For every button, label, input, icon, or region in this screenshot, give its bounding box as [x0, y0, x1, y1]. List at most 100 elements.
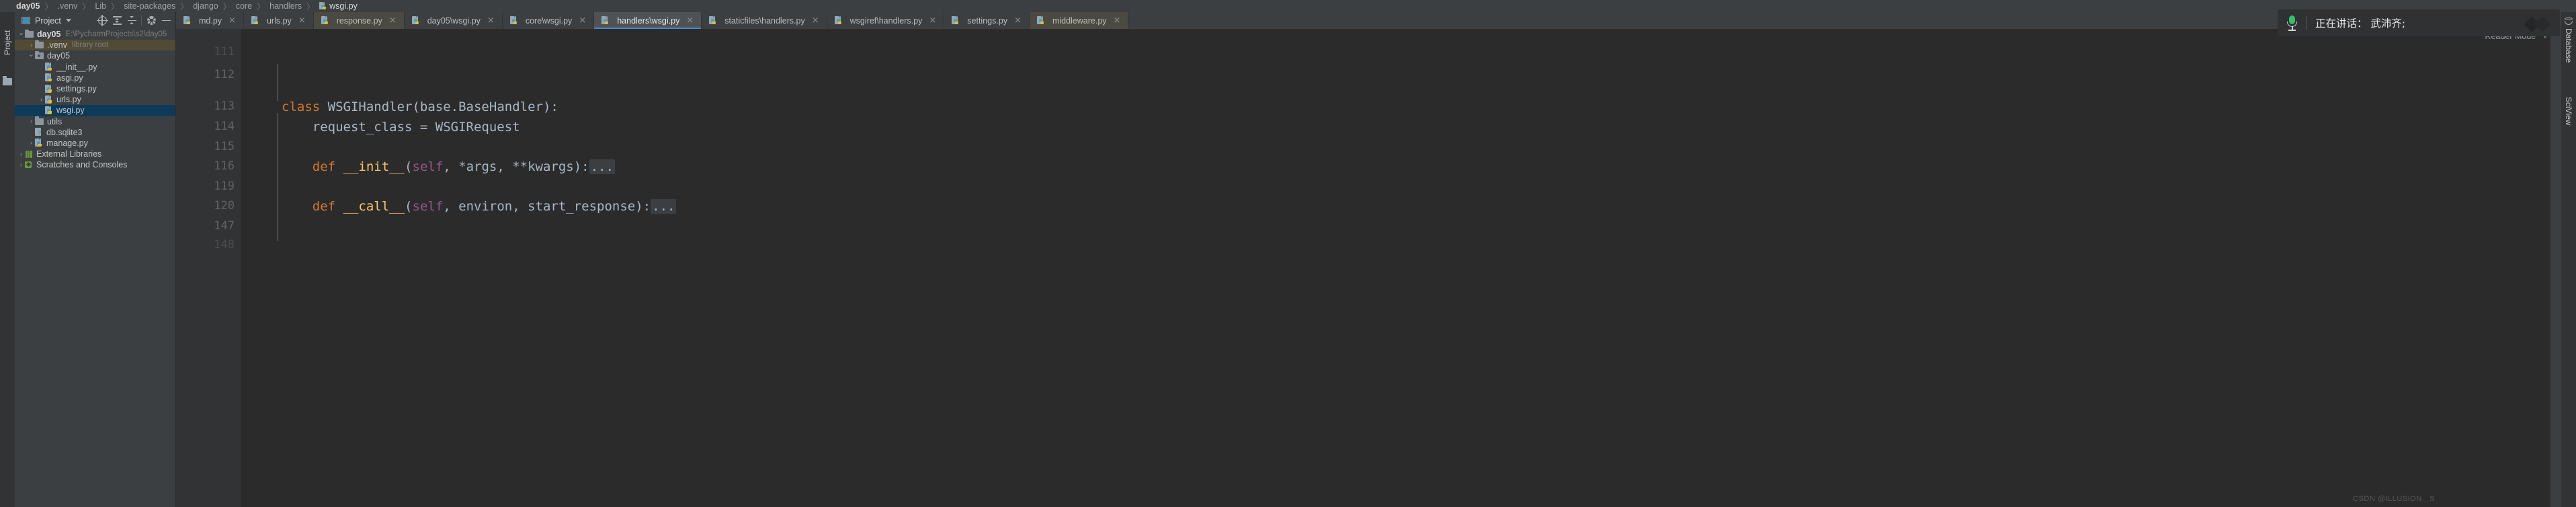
editor-tab-label: core\wsgi.py: [526, 16, 572, 26]
close-icon[interactable]: ×: [487, 16, 495, 25]
close-icon[interactable]: ×: [389, 16, 397, 25]
editor-tab[interactable]: day05\wsgi.py×: [405, 12, 503, 29]
python-file-icon: [321, 16, 329, 25]
speech-recognition-popup[interactable]: 正在讲话： 武沛齐;: [2278, 9, 2560, 36]
editor-code-area[interactable]: class WSGIHandler(base.BaseHandler): req…: [241, 29, 2550, 507]
editor-tab[interactable]: core\wsgi.py ×: [503, 12, 594, 29]
tree-item[interactable]: ⌄day05: [15, 50, 175, 61]
target-icon[interactable]: [95, 13, 110, 28]
breadcrumb-separator-icon: 〉: [223, 1, 231, 12]
minus-icon[interactable]: [159, 13, 173, 28]
tree-item-label: .venv: [47, 40, 67, 50]
speech-status-text: 正在讲话： 武沛齐;: [2315, 15, 2405, 30]
left-tool-strip: Project: [0, 12, 15, 507]
breadcrumb-item[interactable]: day05: [16, 1, 40, 11]
editor-tab[interactable]: staticfiles\handlers.py×: [702, 12, 827, 29]
code-token: def: [313, 199, 343, 214]
sidebar-tab-project[interactable]: Project: [0, 16, 15, 69]
breadcrumb-item[interactable]: site-packages: [124, 1, 175, 11]
app-logo-icon: [2514, 13, 2553, 36]
tree-item[interactable]: › manage.py: [15, 138, 175, 149]
collapse-all-icon[interactable]: [124, 13, 139, 28]
editor-tab[interactable]: response.py ×: [314, 12, 405, 29]
chevron-right-icon[interactable]: ›: [28, 42, 35, 48]
chevron-down-icon[interactable]: ⌄: [28, 51, 35, 58]
tree-item[interactable]: › utils: [15, 116, 175, 127]
chevron-right-icon[interactable]: ›: [17, 151, 25, 157]
editor-tab[interactable]: settings.py×: [944, 12, 1030, 29]
chevron-right-icon[interactable]: ›: [17, 162, 25, 168]
code-token: ...: [651, 199, 676, 214]
tree-item-label: urls.py: [56, 95, 81, 104]
library-icon: [25, 151, 33, 158]
tree-item[interactable]: ›.venvlibrary root: [15, 40, 175, 50]
tree-item[interactable]: settings.py: [15, 83, 175, 94]
sciview-icon: [2565, 86, 2573, 93]
tree-item-label: Scratches and Consoles: [36, 160, 128, 169]
code-token: , environ, start_response):: [443, 199, 651, 214]
microphone-icon[interactable]: [2287, 15, 2297, 30]
close-icon[interactable]: ×: [929, 16, 936, 25]
breadcrumb-item[interactable]: Lib: [95, 1, 106, 11]
tree-item[interactable]: › urls.py: [15, 94, 175, 105]
tree-item[interactable]: wsgi.py: [15, 105, 175, 116]
code-token: self: [413, 159, 444, 174]
code-token: [282, 159, 313, 174]
project-folder-icon[interactable]: [3, 78, 12, 85]
tree-item[interactable]: __init__.py: [15, 62, 175, 73]
chevron-right-icon[interactable]: ›: [38, 97, 45, 103]
editor-tab[interactable]: wsgiref\handlers.py×: [827, 12, 945, 29]
code-editor[interactable]: 111112113114115116119120147148 class WSG…: [176, 29, 2550, 507]
breadcrumb-file-label: wsgi.py: [329, 1, 358, 11]
editor-tab[interactable]: md.py×: [176, 12, 244, 29]
chevron-right-icon[interactable]: ›: [28, 140, 35, 146]
watermark: CSDN @ILLUSION＿S: [2353, 493, 2435, 504]
editor-tab-label: response.py: [337, 16, 382, 26]
project-panel: Project ⌄day05E:\PycharmProjects\s2\day0…: [15, 12, 176, 507]
editor-tab[interactable]: middleware.py×: [1030, 12, 1129, 29]
folder-icon: [35, 52, 44, 59]
close-icon[interactable]: ×: [298, 16, 306, 25]
database-icon: [2565, 17, 2573, 26]
tree-item-label: manage.py: [46, 139, 88, 148]
breadcrumb-item[interactable]: django: [193, 1, 218, 11]
breadcrumb-file[interactable]: wsgi.py: [319, 1, 358, 11]
chevron-down-icon[interactable]: ⌄: [17, 30, 25, 37]
sidebar-tab-database[interactable]: Database: [2561, 28, 2576, 63]
close-icon[interactable]: ×: [228, 16, 236, 25]
tree-item[interactable]: ›External Libraries: [15, 149, 175, 159]
python-file-icon: [952, 16, 960, 25]
tree-item[interactable]: asgi.py: [15, 73, 175, 83]
tree-item-label: day05: [37, 30, 60, 39]
project-file-tree[interactable]: ⌄day05E:\PycharmProjects\s2\day05›.venvl…: [15, 29, 175, 170]
editor-gutter[interactable]: 111112113114115116119120147148: [176, 29, 241, 507]
breadcrumb-item[interactable]: handlers: [269, 1, 302, 11]
scratches-icon: [25, 161, 33, 169]
tree-item-label: settings.py: [56, 84, 97, 93]
python-file-icon: [319, 2, 327, 10]
sidebar-tab-sciview[interactable]: SciView: [2561, 97, 2576, 125]
database-file-icon: ?: [35, 128, 43, 136]
folder-icon: [35, 118, 44, 125]
close-icon[interactable]: ×: [812, 16, 819, 25]
project-icon: [22, 17, 30, 24]
close-icon[interactable]: ×: [1114, 16, 1121, 25]
editor-tab[interactable]: handlers\wsgi.py×: [594, 12, 702, 29]
gear-icon[interactable]: [144, 13, 159, 28]
editor-tab[interactable]: urls.py×: [244, 12, 314, 29]
editor-tab-bar[interactable]: md.py×urls.py×response.py×day05\wsgi.py×…: [176, 12, 2576, 29]
breadcrumb-item[interactable]: core: [236, 1, 252, 11]
chevron-down-icon[interactable]: [66, 19, 71, 22]
close-icon[interactable]: ×: [686, 16, 694, 25]
code-token: ...: [589, 159, 615, 174]
tree-item[interactable]: ?db.sqlite3: [15, 127, 175, 138]
code-token: , *args, **kwargs):: [443, 159, 589, 174]
tree-item[interactable]: › Scratches and Consoles: [15, 159, 175, 170]
close-icon[interactable]: ×: [1014, 16, 1022, 25]
expand-all-icon[interactable]: [110, 13, 124, 28]
chevron-right-icon[interactable]: ›: [28, 118, 35, 124]
close-icon[interactable]: ×: [579, 16, 586, 25]
tree-item-label: utils: [47, 117, 62, 126]
breadcrumb-item[interactable]: .venv: [57, 1, 77, 11]
tree-item[interactable]: ⌄day05E:\PycharmProjects\s2\day05: [15, 29, 175, 40]
